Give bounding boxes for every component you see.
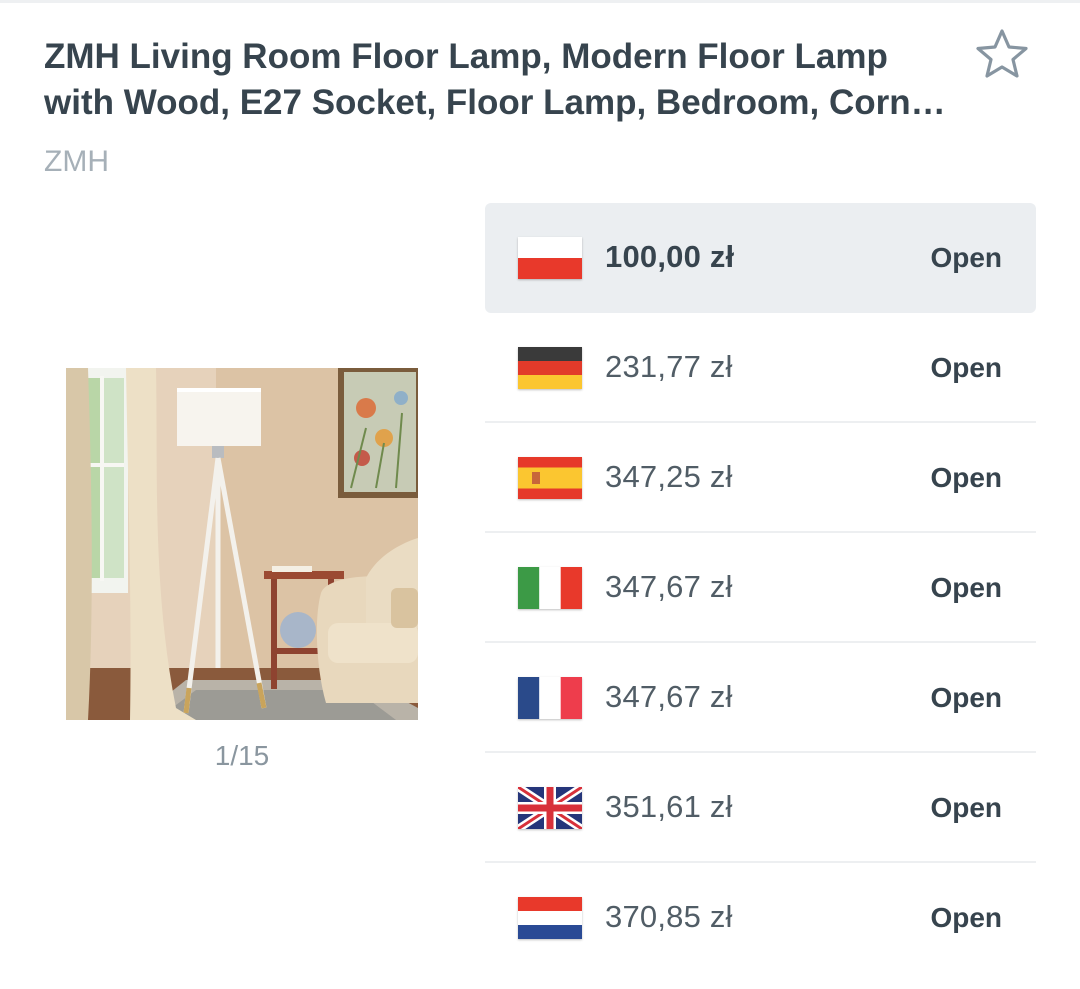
favorite-star-icon[interactable] [972, 26, 1032, 84]
offer-row-germany[interactable]: 231,77 zł Open [485, 313, 1036, 423]
product-image[interactable] [66, 368, 418, 720]
offer-price: 370,85 zł [605, 899, 733, 934]
open-offer-button[interactable]: Open [930, 902, 1002, 934]
offer-row-netherlands[interactable]: 370,85 zł Open [485, 863, 1036, 973]
open-offer-button[interactable]: Open [930, 572, 1002, 604]
poland-flag-icon [518, 237, 582, 279]
offer-row-italy[interactable]: 347,67 zł Open [485, 533, 1036, 643]
france-flag-icon [518, 677, 582, 719]
netherlands-flag-icon [518, 897, 582, 939]
open-offer-button[interactable]: Open [930, 792, 1002, 824]
offer-price: 347,25 zł [605, 459, 733, 494]
offer-price: 231,77 zł [605, 349, 733, 384]
image-counter: 1/15 [214, 740, 270, 771]
open-offer-button[interactable]: Open [930, 242, 1002, 274]
offer-row-united-kingdom[interactable]: 351,61 zł Open [485, 753, 1036, 863]
open-offer-button[interactable]: Open [930, 462, 1002, 494]
offer-row-spain[interactable]: 347,25 zł Open [485, 423, 1036, 533]
offer-row-poland[interactable]: 100,00 zł Open [485, 203, 1036, 313]
open-offer-button[interactable]: Open [930, 682, 1002, 714]
offer-price: 100,00 zł [605, 239, 735, 274]
price-comparison-list: 100,00 zł Open 231,77 zł Open 347,25 zł … [485, 203, 1036, 973]
product-brand: ZMH [44, 145, 109, 178]
spain-flag-icon [518, 457, 582, 499]
offer-price: 347,67 zł [605, 569, 733, 604]
united-kingdom-flag-icon [518, 787, 582, 829]
italy-flag-icon [518, 567, 582, 609]
open-offer-button[interactable]: Open [930, 352, 1002, 384]
offer-price: 351,61 zł [605, 789, 733, 824]
product-title: ZMH Living Room Floor Lamp, Modern Floor… [44, 37, 944, 122]
offer-row-france[interactable]: 347,67 zł Open [485, 643, 1036, 753]
top-divider [0, 0, 1080, 3]
offer-price: 347,67 zł [605, 679, 733, 714]
germany-flag-icon [518, 347, 582, 389]
